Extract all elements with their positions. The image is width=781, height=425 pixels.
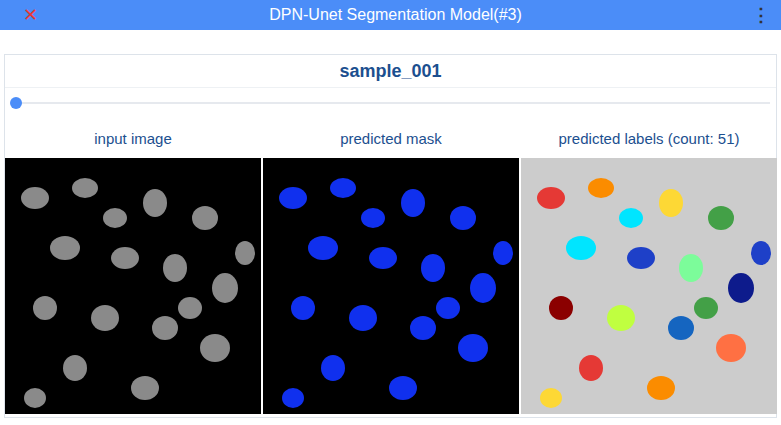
mask-picture — [263, 158, 519, 414]
panel-label: predicted labels (count: 51) — [521, 118, 777, 158]
title-bar: ✕DPN-Unet Segmentation Model(#3)⋮ — [0, 0, 781, 30]
spacer — [0, 30, 781, 54]
image-panel: predicted labels (count: 51) — [521, 118, 777, 414]
close-icon[interactable]: ✕ — [18, 4, 42, 26]
image-row: input imagepredicted maskpredicted label… — [5, 118, 776, 414]
slider-thumb[interactable] — [10, 97, 22, 109]
sample-title: sample_001 — [5, 55, 776, 88]
image-picture — [5, 158, 261, 414]
panel-label: predicted mask — [263, 118, 519, 158]
menu-icon[interactable]: ⋮ — [749, 4, 773, 26]
sample-panel: sample_001input imagepredicted maskpredi… — [4, 54, 777, 418]
image-panel: predicted mask — [263, 118, 519, 414]
image-panel: input image — [5, 118, 261, 414]
sample-slider[interactable] — [11, 88, 770, 118]
labels-picture — [521, 158, 777, 414]
slider-track[interactable] — [11, 102, 770, 104]
panel-label: input image — [5, 118, 261, 158]
window-title: DPN-Unet Segmentation Model(#3) — [42, 6, 749, 24]
